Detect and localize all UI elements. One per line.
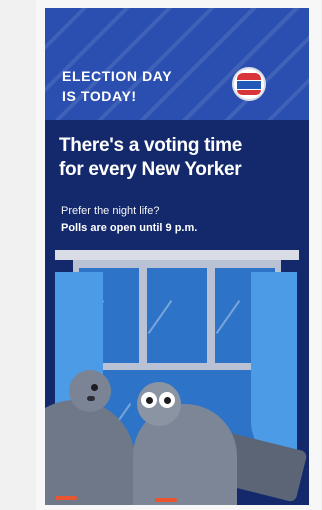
pigeon-right-feet [155, 498, 177, 502]
curtain-right [251, 272, 297, 462]
banner-title: ELECTION DAY IS TODAY! [62, 66, 172, 106]
window-pane [147, 268, 207, 363]
pigeon-left-beak [87, 396, 95, 401]
subtext-statement: Polls are open until 9 p.m. [61, 222, 198, 234]
pigeon-left-eye [91, 384, 98, 391]
banner: ELECTION DAY IS TODAY! [45, 8, 309, 120]
pigeon-right-eye [141, 392, 157, 408]
subtext: Prefer the night life? Polls are open un… [61, 203, 301, 237]
pigeon-right-eye [159, 392, 175, 408]
banner-title-line1: ELECTION DAY [62, 68, 173, 84]
i-voted-sticker-icon [232, 67, 266, 101]
pigeon-left-feet [55, 496, 77, 500]
pigeon-left-head [69, 370, 111, 412]
election-day-ad: ELECTION DAY IS TODAY! There's a voting … [45, 8, 309, 505]
headline: There's a voting time for every New York… [59, 134, 299, 182]
headline-line1: There's a voting time [59, 135, 242, 156]
headline-line2: for every New Yorker [59, 159, 242, 180]
banner-title-line2: IS TODAY! [62, 88, 137, 104]
window-lintel [55, 250, 299, 260]
subtext-question: Prefer the night life? [61, 205, 160, 217]
